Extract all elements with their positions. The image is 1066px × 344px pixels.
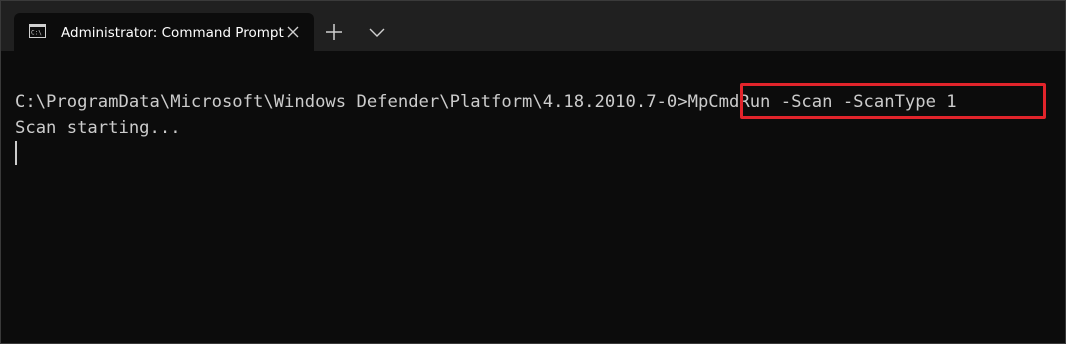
chevron-down-icon[interactable] <box>368 25 386 39</box>
cmd-icon: C:\ <box>29 24 46 38</box>
terminal-window: C:\ Administrator: Command Prompt C:\Pro… <box>0 0 1066 344</box>
prompt-path: C:\ProgramData\Microsoft\Windows Defende… <box>15 92 688 112</box>
tab-strip: C:\ Administrator: Command Prompt <box>1 1 1065 51</box>
text-cursor <box>15 141 17 165</box>
command-highlight-box <box>740 83 1046 119</box>
svg-text:C:\: C:\ <box>31 30 42 37</box>
output-line: Scan starting... <box>15 118 181 138</box>
tab-title: Administrator: Command Prompt <box>61 25 284 41</box>
tab-command-prompt[interactable]: C:\ Administrator: Command Prompt <box>14 13 314 51</box>
plus-icon[interactable] <box>323 21 345 43</box>
terminal-content[interactable]: C:\ProgramData\Microsoft\Windows Defende… <box>1 51 1065 343</box>
close-icon[interactable] <box>284 23 302 41</box>
